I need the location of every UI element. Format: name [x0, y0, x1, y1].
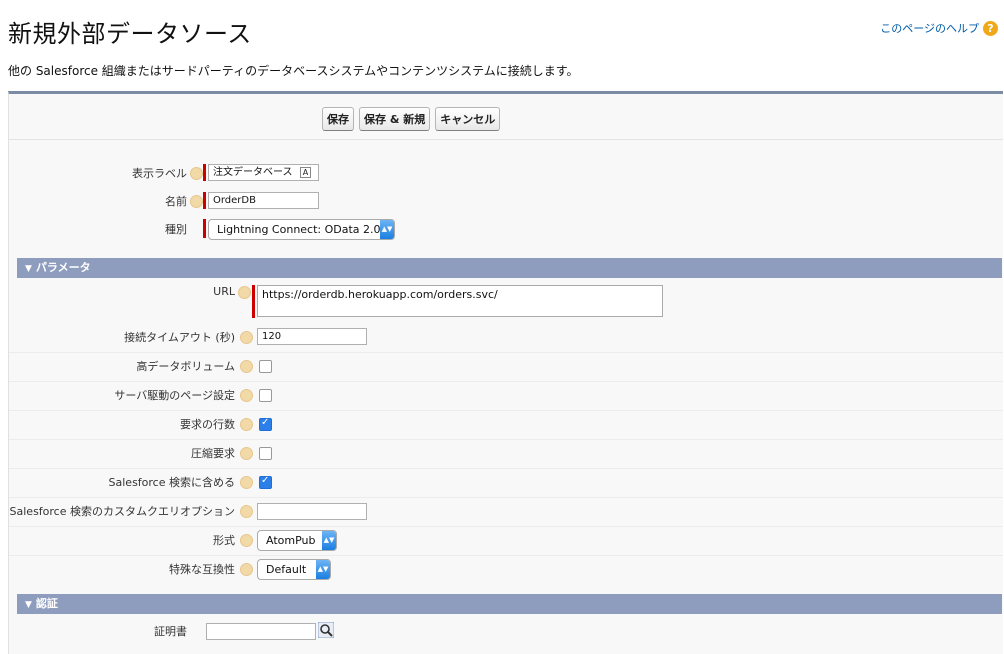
custom-query-label: Salesforce 検索のカスタムクエリオプション — [9, 505, 235, 518]
type-select[interactable]: Lightning Connect: OData 2.0 ▲▼ — [208, 219, 395, 240]
high-volume-label: 高データボリューム — [136, 360, 235, 373]
help-bubble-icon[interactable] — [238, 286, 251, 299]
row-count-checkbox[interactable] — [259, 417, 272, 431]
save-new-button[interactable]: 保存 & 新規 — [359, 107, 431, 131]
type-label: 種別 — [165, 223, 187, 236]
required-marker — [252, 285, 255, 318]
parameters-section-header[interactable]: ▼ パラメータ — [17, 258, 1002, 278]
save-button[interactable]: 保存 — [322, 107, 354, 131]
type-row: 種別 Lightning Connect: OData 2.0 ▲▼ — [9, 214, 1003, 243]
help-bubble-icon[interactable] — [240, 418, 253, 431]
collapse-triangle-icon[interactable]: ▼ — [25, 264, 32, 274]
help-bubble-icon[interactable] — [240, 360, 253, 373]
lookup-icon[interactable] — [317, 621, 335, 639]
compat-row: 特殊な互換性 Default ▲▼ — [9, 555, 1003, 584]
include-search-row: Salesforce 検索に含める — [9, 468, 1003, 498]
button-bar: 保存 保存 & 新規 キャンセル — [9, 94, 1003, 140]
name-label: 名前 — [165, 195, 187, 208]
display-label-row: 表示ラベル 注文データベース A — [9, 158, 1003, 187]
help-bubble-icon[interactable] — [240, 476, 253, 489]
high-volume-row: 高データボリューム — [9, 352, 1003, 382]
timeout-input[interactable]: 120 — [257, 328, 367, 345]
name-row: 名前 OrderDB — [9, 186, 1003, 215]
certificate-row: 証明書 — [9, 617, 1003, 646]
high-volume-checkbox[interactable] — [259, 360, 272, 373]
auth-section-header[interactable]: ▼ 認証 — [17, 594, 1002, 614]
edit-panel: 保存 保存 & 新規 キャンセル 表示ラベル 注文データベース A 名前 Ord… — [8, 91, 1003, 654]
timeout-label: 接続タイムアウト (秒) — [124, 331, 235, 344]
help-bubble-icon[interactable] — [240, 331, 253, 344]
compression-row: 圧縮要求 — [9, 439, 1003, 469]
include-search-checkbox[interactable] — [259, 475, 272, 489]
format-label: 形式 — [213, 534, 235, 547]
help-icon[interactable]: ? — [983, 20, 998, 36]
auth-section-title: 認証 — [35, 597, 58, 610]
include-search-label: Salesforce 検索に含める — [108, 476, 235, 489]
compression-checkbox[interactable] — [259, 447, 272, 460]
required-marker — [203, 219, 206, 238]
compat-select[interactable]: Default ▲▼ — [257, 559, 331, 580]
format-select[interactable]: AtomPub ▲▼ — [257, 530, 337, 551]
compat-label: 特殊な互換性 — [169, 563, 235, 576]
page-title: 新規外部データソース — [8, 20, 252, 48]
parameters-section-title: パラメータ — [35, 261, 91, 274]
url-label: URL — [213, 285, 235, 298]
page-description: 他の Salesforce 組織またはサードパーティのデータベースシステムやコン… — [8, 64, 579, 78]
help-bubble-icon[interactable] — [190, 195, 203, 208]
type-select-value: Lightning Connect: OData 2.0 — [217, 223, 381, 236]
help-bubble-icon[interactable] — [240, 505, 253, 518]
name-input[interactable]: OrderDB — [208, 192, 319, 209]
required-marker — [203, 164, 206, 181]
help-bubble-icon[interactable] — [240, 389, 253, 402]
url-textarea[interactable]: https://orderdb.herokuapp.com/orders.svc… — [257, 285, 663, 317]
timeout-row: 接続タイムアウト (秒) 120 — [9, 323, 1003, 353]
select-arrows-icon: ▲▼ — [322, 531, 336, 550]
format-select-value: AtomPub — [266, 534, 316, 547]
help-bubble-icon[interactable] — [190, 167, 203, 180]
format-row: 形式 AtomPub ▲▼ — [9, 526, 1003, 556]
required-marker — [203, 192, 206, 209]
certificate-label: 証明書 — [154, 625, 187, 638]
select-arrows-icon: ▲▼ — [316, 560, 330, 579]
custom-query-input[interactable] — [257, 503, 367, 520]
help-link[interactable]: このページのヘルプ ? — [880, 20, 998, 36]
server-paging-checkbox[interactable] — [259, 389, 272, 402]
compat-select-value: Default — [266, 563, 307, 576]
translate-icon[interactable]: A — [300, 167, 311, 178]
server-paging-label: サーバ駆動のページ設定 — [114, 389, 235, 402]
url-row: URL https://orderdb.herokuapp.com/orders… — [9, 281, 1003, 323]
custom-query-row: Salesforce 検索のカスタムクエリオプション — [9, 497, 1003, 527]
display-label-label: 表示ラベル — [132, 167, 187, 180]
help-bubble-icon[interactable] — [240, 447, 253, 460]
certificate-input[interactable] — [206, 623, 316, 640]
server-paging-row: サーバ駆動のページ設定 — [9, 381, 1003, 411]
help-bubble-icon[interactable] — [240, 534, 253, 547]
select-arrows-icon: ▲▼ — [380, 220, 394, 239]
collapse-triangle-icon[interactable]: ▼ — [25, 600, 32, 610]
row-count-label: 要求の行数 — [180, 418, 235, 431]
compression-label: 圧縮要求 — [191, 447, 235, 460]
cancel-button[interactable]: キャンセル — [435, 107, 501, 131]
help-bubble-icon[interactable] — [240, 563, 253, 576]
help-link-label[interactable]: このページのヘルプ — [880, 20, 979, 36]
row-count-row: 要求の行数 — [9, 410, 1003, 440]
